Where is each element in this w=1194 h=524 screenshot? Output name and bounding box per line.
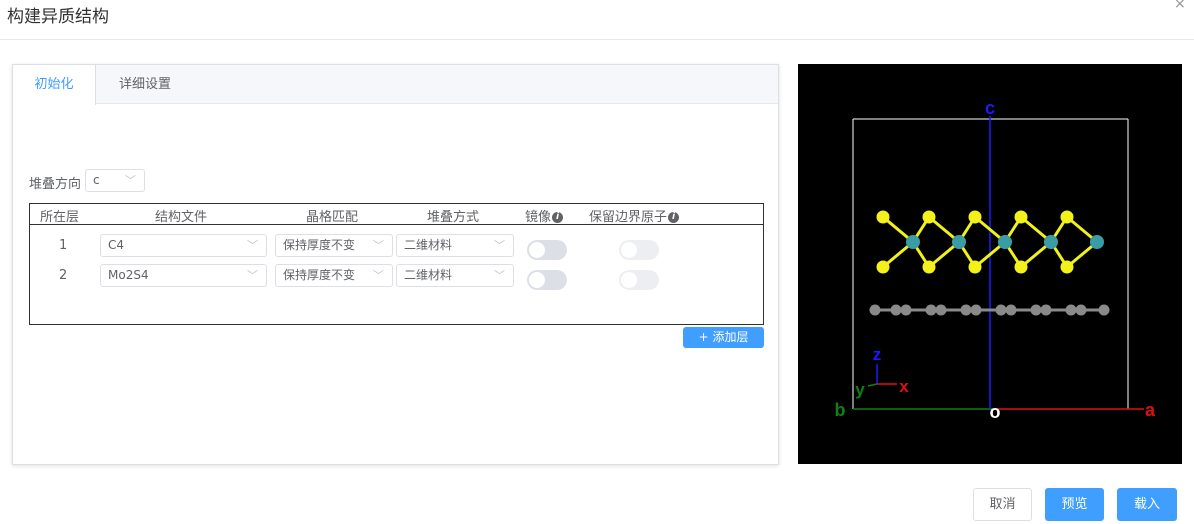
molybdenum-atom [952, 235, 966, 249]
toggle-knob [621, 242, 637, 258]
cancel-button[interactable]: 取消 [973, 488, 1032, 521]
header-keep-boundary-label: 保留边界原子 [589, 210, 668, 225]
sulfur-atom [1014, 210, 1028, 224]
lattice-match-select[interactable]: 保持厚度不变 ﹀ [275, 264, 393, 287]
axis-label-y: y [855, 380, 865, 399]
lattice-match-value: 保持厚度不变 [283, 268, 356, 282]
toggle-knob [529, 272, 545, 288]
sulfur-atom [1060, 210, 1074, 224]
info-icon[interactable]: i [552, 212, 564, 223]
header-divider [0, 39, 1194, 40]
sulfur-atom [968, 260, 982, 274]
carbon-atom [935, 304, 947, 316]
header-stack-mode: 堆叠方式 [427, 210, 480, 225]
tab-detail-settings[interactable]: 详细设置 [97, 65, 193, 104]
chevron-down-icon: ﹀ [373, 239, 384, 252]
stacking-direction-select[interactable]: c ﹀ [85, 169, 145, 192]
toggle-knob [621, 272, 637, 288]
header-structure-file: 结构文件 [155, 210, 208, 225]
molybdenum-atom [906, 235, 920, 249]
molybdenum-atom [998, 235, 1012, 249]
orientation-axes [867, 364, 897, 387]
unit-cell-edges [852, 116, 1144, 410]
keep-boundary-toggle[interactable] [619, 270, 659, 290]
lattice-match-value: 保持厚度不变 [283, 238, 356, 252]
layer-index: 2 [59, 268, 68, 283]
chevron-down-icon: ﹀ [247, 239, 258, 252]
structure-viewer[interactable]: c a b o z x y [798, 64, 1182, 464]
axis-label-z: z [873, 345, 882, 364]
axis-label-c: c [985, 98, 995, 118]
carbon-atom [1075, 304, 1087, 316]
structure-file-select[interactable]: C4 ﹀ [100, 234, 267, 257]
sulfur-atom [876, 210, 890, 224]
carbon-atom [995, 304, 1007, 316]
mirror-toggle[interactable] [527, 270, 567, 290]
mirror-toggle[interactable] [527, 240, 567, 260]
header-layer: 所在层 [40, 210, 80, 225]
structure-file-value: C4 [108, 238, 125, 252]
header-lattice-match: 晶格匹配 [306, 210, 359, 225]
structure-file-value: Mo2S4 [108, 268, 149, 282]
chevron-down-icon: ﹀ [373, 269, 384, 282]
sulfur-atom [922, 210, 936, 224]
layer-table: 所在层 结构文件 晶格匹配 堆叠方式 镜像 i 保留边界原子 i 1 C4 ﹀ 保持… [29, 203, 764, 325]
sulfur-atom [876, 260, 890, 274]
lattice-match-select[interactable]: 保持厚度不变 ﹀ [275, 234, 393, 257]
sulfur-atom [1014, 260, 1028, 274]
stacking-direction-value: c [93, 173, 100, 187]
molybdenum-atom [1044, 235, 1058, 249]
add-layer-label: 添加层 [712, 330, 749, 344]
carbon-atom [960, 304, 972, 316]
carbon-atom [1065, 304, 1077, 316]
carbon-atom [890, 304, 902, 316]
layer-index: 1 [59, 238, 68, 253]
keep-boundary-toggle[interactable] [619, 240, 659, 260]
config-panel: 初始化 详细设置 堆叠方向 c ﹀ 所在层 结构文件 晶格匹配 堆叠方式 镜像 i… [12, 64, 779, 465]
carbon-atom [1030, 304, 1042, 316]
tab-bar: 初始化 详细设置 [13, 65, 778, 105]
add-layer-button[interactable]: + 添加层 [683, 327, 764, 348]
carbon-atom [1040, 304, 1052, 316]
plus-icon: + [698, 330, 709, 344]
carbon-atom [925, 304, 937, 316]
stacking-direction-label: 堆叠方向 [29, 177, 82, 192]
dialog-title: 构建异质结构 [7, 7, 109, 27]
molybdenum-atom [1090, 235, 1104, 249]
carbon-atom [1098, 304, 1110, 316]
sulfur-atom [922, 260, 936, 274]
carbon-atom [970, 304, 982, 316]
chevron-down-icon: ﹀ [494, 269, 505, 282]
axis-label-b: b [835, 400, 846, 420]
axis-label-x: x [899, 377, 909, 396]
axis-label-origin: o [990, 402, 1001, 422]
axis-label-a: a [1145, 400, 1156, 420]
header-mirror-label: 镜像 [525, 210, 552, 225]
stack-mode-select[interactable]: 二维材料 ﹀ [396, 234, 514, 257]
stack-mode-select[interactable]: 二维材料 ﹀ [396, 264, 514, 287]
stack-mode-value: 二维材料 [404, 268, 453, 282]
carbon-atom [869, 304, 881, 316]
sulfur-atom [1060, 260, 1074, 274]
carbon-atom [1005, 304, 1017, 316]
preview-button[interactable]: 预览 [1045, 488, 1104, 521]
chevron-down-icon: ﹀ [247, 269, 258, 282]
stack-mode-value: 二维材料 [404, 238, 453, 252]
tab-init[interactable]: 初始化 [13, 65, 96, 105]
close-icon[interactable]: × [1174, 0, 1186, 12]
chevron-down-icon: ﹀ [125, 174, 136, 187]
load-button[interactable]: 载入 [1117, 488, 1177, 521]
chevron-down-icon: ﹀ [494, 239, 505, 252]
info-icon[interactable]: i [668, 212, 680, 223]
toggle-knob [529, 242, 545, 258]
table-header-divider [30, 224, 763, 225]
structure-file-select[interactable]: Mo2S4 ﹀ [100, 264, 267, 287]
header-mirror: 镜像 i [525, 206, 564, 225]
y-axis-line [867, 383, 878, 387]
sulfur-atom [968, 210, 982, 224]
carbon-atom [900, 304, 912, 316]
structure-viewer-canvas[interactable]: c a b o z x y [798, 64, 1182, 464]
header-keep-boundary: 保留边界原子 i [589, 206, 680, 225]
